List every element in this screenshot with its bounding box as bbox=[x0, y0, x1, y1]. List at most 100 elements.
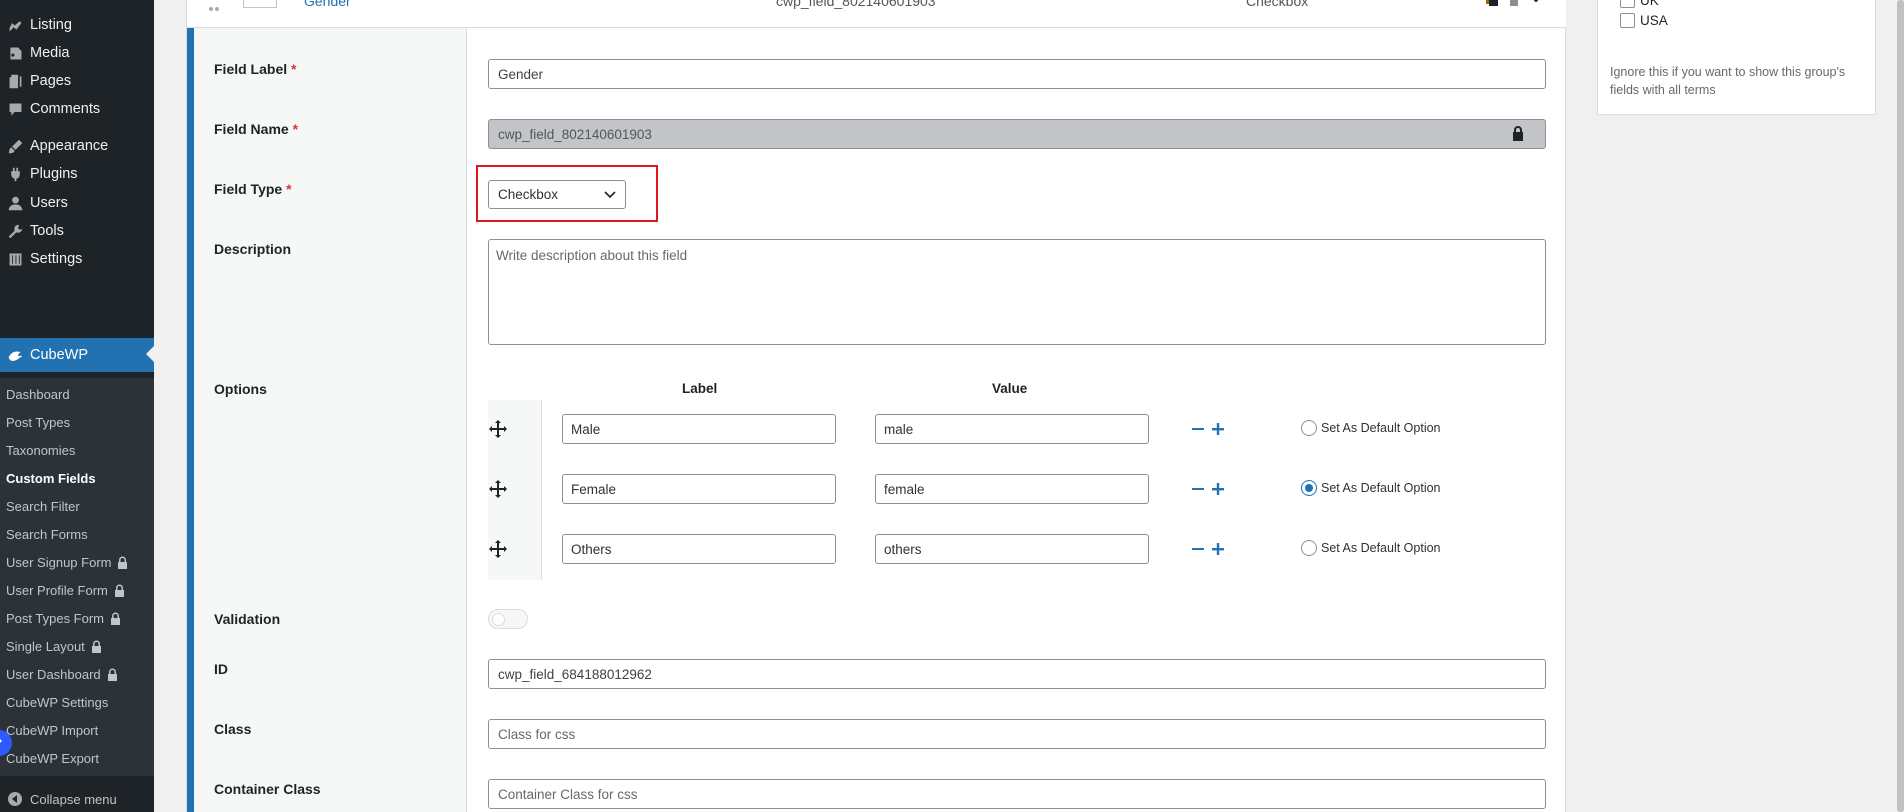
id-input[interactable] bbox=[488, 659, 1546, 689]
duplicate-icon[interactable] bbox=[1485, 0, 1499, 9]
menu-item-label: Settings bbox=[30, 251, 83, 267]
add-option-button[interactable] bbox=[1209, 537, 1227, 561]
submenu-item[interactable]: Post Types Form bbox=[6, 608, 121, 628]
move-icon[interactable] bbox=[488, 529, 508, 569]
chevron-down-icon[interactable] bbox=[1529, 0, 1543, 9]
required-asterisk: * bbox=[292, 121, 299, 137]
class-input[interactable] bbox=[488, 719, 1546, 749]
submenu-label: Dashboard bbox=[6, 386, 70, 402]
caption-text: Field Type bbox=[214, 181, 283, 197]
submenu-item[interactable]: CubeWP Export bbox=[6, 748, 99, 768]
field-header-label[interactable]: Gender bbox=[304, 0, 351, 9]
default-option-radio[interactable]: Set As Default Option bbox=[1301, 480, 1441, 496]
field-header-actions bbox=[1485, 0, 1543, 9]
option-label-input[interactable] bbox=[562, 474, 836, 504]
submenu-item[interactable]: Search Forms bbox=[6, 524, 88, 544]
page-scrollbar[interactable] bbox=[1897, 0, 1904, 812]
add-option-button[interactable] bbox=[1209, 477, 1227, 501]
drag-dots-icon[interactable] bbox=[209, 0, 221, 11]
collapse-menu-button[interactable]: Collapse menu bbox=[0, 786, 154, 812]
submenu-item[interactable]: Post Types bbox=[6, 412, 70, 432]
radio-button-checked[interactable] bbox=[1301, 480, 1317, 496]
menu-item-pages[interactable]: Pages bbox=[0, 66, 154, 96]
cubewp-submenu: Dashboard Post Types Taxonomies Custom F… bbox=[0, 378, 154, 776]
default-option-radio[interactable]: Set As Default Option bbox=[1301, 540, 1441, 556]
submenu-item[interactable]: User Dashboard bbox=[6, 664, 118, 684]
pages-icon bbox=[0, 66, 30, 96]
container-class-caption: Container Class bbox=[214, 781, 321, 797]
menu-item-settings[interactable]: Settings bbox=[0, 244, 154, 274]
field-label-input[interactable] bbox=[488, 59, 1546, 89]
field-header-checkbox[interactable] bbox=[243, 0, 277, 8]
container-class-input[interactable] bbox=[488, 779, 1546, 809]
description-textarea[interactable] bbox=[488, 239, 1546, 345]
submenu-label: Single Layout bbox=[6, 638, 85, 654]
option-value-input[interactable] bbox=[875, 474, 1149, 504]
checkbox[interactable] bbox=[1620, 13, 1635, 28]
submenu-item[interactable]: CubeWP Settings bbox=[6, 692, 108, 712]
options-label-header: Label bbox=[682, 381, 718, 396]
submenu-item[interactable]: Taxonomies bbox=[6, 440, 75, 460]
field-accent-bar bbox=[187, 28, 194, 812]
menu-item-label: Listing bbox=[30, 17, 72, 33]
add-option-button[interactable] bbox=[1209, 417, 1227, 441]
remove-option-button[interactable] bbox=[1189, 477, 1207, 501]
submenu-item[interactable]: User Signup Form bbox=[6, 552, 128, 572]
lock-icon bbox=[114, 584, 125, 597]
comments-icon bbox=[0, 94, 30, 124]
default-option-radio[interactable]: Set As Default Option bbox=[1301, 420, 1441, 436]
submenu-item-active[interactable]: Custom Fields bbox=[6, 468, 96, 488]
default-option-text: Set As Default Option bbox=[1321, 481, 1441, 495]
menu-item-appearance[interactable]: Appearance bbox=[0, 131, 154, 161]
field-type-select[interactable]: Checkbox bbox=[488, 180, 626, 209]
submenu-item[interactable]: User Profile Form bbox=[6, 580, 125, 600]
menu-item-tools[interactable]: Tools bbox=[0, 216, 154, 246]
remove-option-button[interactable] bbox=[1189, 417, 1207, 441]
menu-item-media[interactable]: Media bbox=[0, 38, 154, 68]
menu-item-comments[interactable]: Comments bbox=[0, 94, 154, 124]
submenu-item[interactable]: Dashboard bbox=[6, 384, 70, 404]
menu-item-label: Comments bbox=[30, 101, 101, 117]
cubewp-logo-icon bbox=[0, 340, 30, 370]
radio-button[interactable] bbox=[1301, 540, 1317, 556]
submenu-item[interactable]: Search Filter bbox=[6, 496, 80, 516]
terms-help-note: Ignore this if you want to show this gro… bbox=[1610, 65, 1846, 97]
terms-panel: UK USA Ignore this if you want to show t… bbox=[1597, 0, 1876, 115]
menu-item-label: Plugins bbox=[30, 166, 78, 182]
option-value-input[interactable] bbox=[875, 534, 1149, 564]
menu-item-plugins[interactable]: Plugins bbox=[0, 159, 154, 189]
checkbox[interactable] bbox=[1620, 0, 1635, 8]
term-checkbox-uk[interactable]: UK bbox=[1620, 0, 1659, 8]
menu-item-users[interactable]: Users bbox=[0, 188, 154, 218]
default-option-text: Set As Default Option bbox=[1321, 541, 1441, 555]
collapse-menu-label: Collapse menu bbox=[30, 791, 117, 807]
submenu-label: Post Types bbox=[6, 414, 71, 430]
move-icon[interactable] bbox=[488, 469, 508, 509]
field-name-input[interactable] bbox=[488, 119, 1546, 149]
validation-caption: Validation bbox=[214, 611, 281, 627]
term-checkbox-usa[interactable]: USA bbox=[1620, 13, 1668, 28]
submenu-item[interactable]: CubeWP Import bbox=[6, 720, 98, 740]
menu-item-cubewp[interactable]: CubeWP bbox=[0, 338, 154, 372]
validation-toggle[interactable] bbox=[488, 609, 528, 629]
option-label-input[interactable] bbox=[562, 534, 836, 564]
lock-icon bbox=[117, 556, 128, 569]
admin-sidebar: Listing Media Pages Comments Appearance … bbox=[0, 0, 154, 812]
option-label-input[interactable] bbox=[562, 414, 836, 444]
field-label-column bbox=[194, 28, 467, 812]
submenu-label: CubeWP Import bbox=[6, 722, 99, 738]
toggle-knob bbox=[492, 613, 505, 626]
move-icon[interactable] bbox=[488, 409, 508, 449]
remove-option-button[interactable] bbox=[1189, 537, 1207, 561]
lock-icon bbox=[107, 668, 118, 681]
trash-icon[interactable] bbox=[1507, 0, 1521, 9]
submenu-item[interactable]: Single Layout bbox=[6, 636, 102, 656]
radio-button[interactable] bbox=[1301, 420, 1317, 436]
class-caption: Class bbox=[214, 721, 252, 737]
submenu-label: CubeWP Settings bbox=[6, 694, 109, 710]
menu-item-listing[interactable]: Listing bbox=[0, 10, 154, 40]
menu-item-label: Pages bbox=[30, 73, 72, 89]
submenu-label: Custom Fields bbox=[6, 470, 96, 486]
field-header-row[interactable]: Gender cwp_field_802140601903 Checkbox bbox=[187, 0, 1566, 28]
option-value-input[interactable] bbox=[875, 414, 1149, 444]
